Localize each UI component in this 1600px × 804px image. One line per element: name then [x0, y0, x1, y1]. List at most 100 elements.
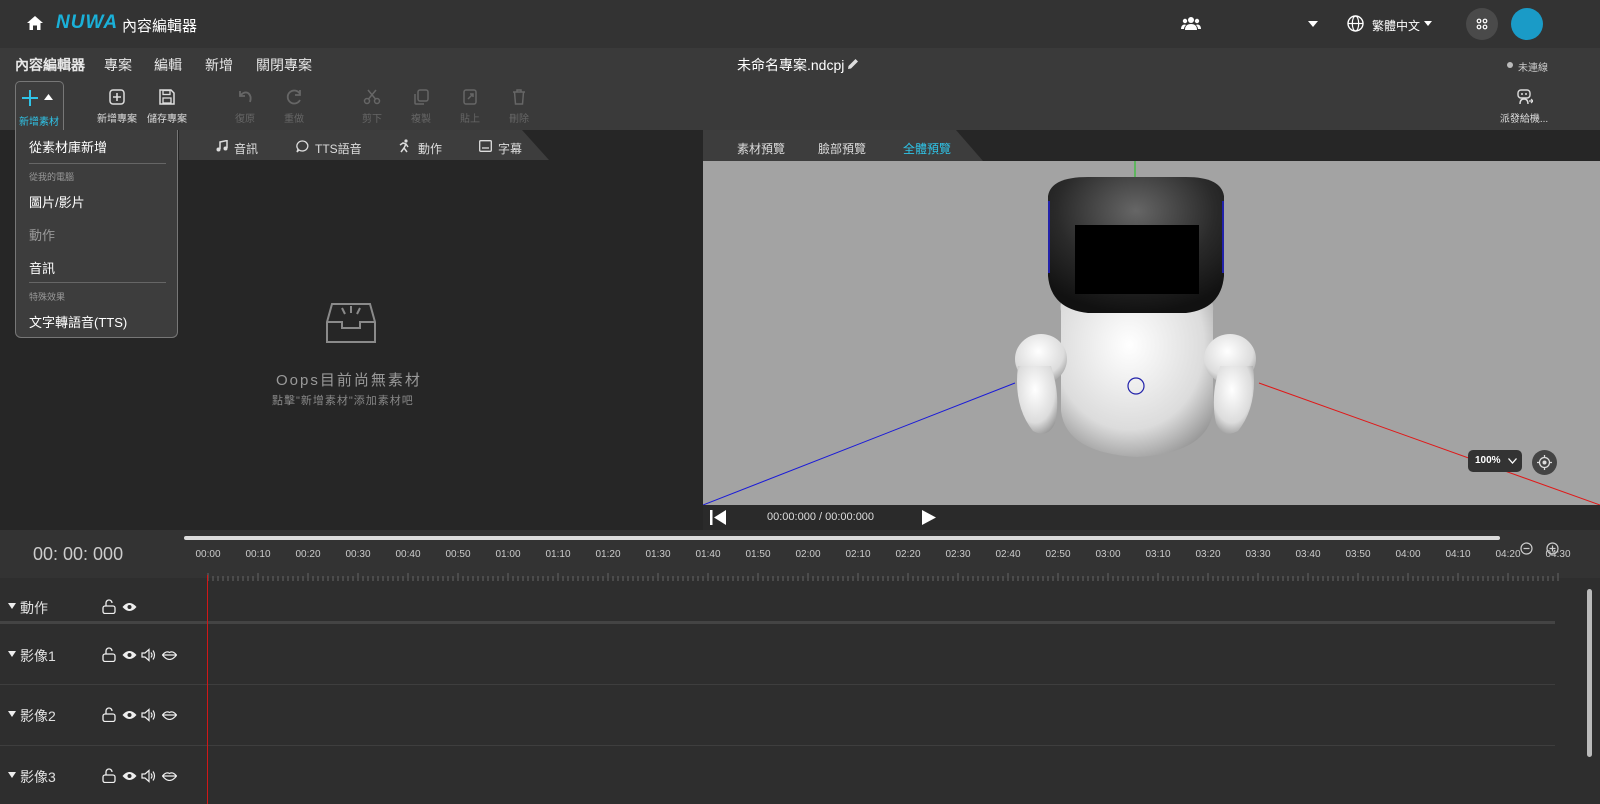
unlock-icon[interactable] — [102, 768, 116, 783]
menu-add[interactable]: 新增 — [205, 55, 233, 75]
copy-button[interactable]: 複製 — [397, 88, 445, 125]
dropdown-section-computer: 從我的電腦 — [29, 172, 75, 182]
eye-icon[interactable] — [122, 710, 137, 720]
tab-face-preview[interactable]: 臉部預覽 — [818, 140, 866, 157]
recenter-button[interactable] — [1532, 450, 1557, 475]
user-dropdown-icon[interactable] — [1308, 21, 1318, 27]
menu-content-editor[interactable]: 內容編輯器 — [15, 55, 85, 75]
unlock-icon[interactable] — [102, 647, 116, 662]
trash-icon — [513, 89, 525, 105]
tab-subtitle-label: 字幕 — [498, 142, 523, 156]
caret-up-icon — [44, 94, 53, 100]
save-project-button[interactable]: 儲存專案 — [143, 88, 191, 125]
scissors-icon — [363, 89, 381, 105]
tracks-scrollbar[interactable] — [1587, 589, 1592, 757]
redo-icon — [286, 89, 301, 105]
timeline-tick-label: 03:20 — [1195, 549, 1221, 560]
eye-icon[interactable] — [122, 771, 137, 781]
zoom-selector[interactable]: 100% — [1468, 450, 1522, 472]
speaker-icon[interactable] — [141, 708, 156, 722]
delete-button[interactable]: 刪除 — [495, 88, 543, 125]
apps-button[interactable] — [1466, 8, 1498, 40]
undo-button[interactable]: 復原 — [221, 88, 269, 125]
timeline-tick-label: 02:00 — [795, 549, 821, 560]
add-asset-button[interactable]: 新增素材 — [15, 81, 64, 130]
tab-full-preview[interactable]: 全體預覽 — [903, 140, 951, 157]
robot-3d-viewport[interactable]: 100% — [703, 161, 1600, 505]
eye-icon[interactable] — [122, 602, 137, 612]
timeline-tick-label: 00:30 — [345, 549, 371, 560]
cut-button[interactable]: 剪下 — [348, 88, 396, 125]
unlock-icon[interactable] — [102, 599, 116, 614]
zoom-out-icon[interactable] — [1520, 542, 1533, 555]
play-icon[interactable] — [922, 510, 936, 525]
timeline-tick-label: 00:40 — [395, 549, 421, 560]
dropdown-image-video[interactable]: 圖片/影片 — [29, 192, 85, 211]
redo-button[interactable]: 重做 — [270, 88, 318, 125]
current-time: 00: 00: 000 — [33, 544, 124, 564]
dropdown-from-library[interactable]: 從素材庫新增 — [29, 137, 107, 156]
skip-to-start-icon[interactable] — [710, 510, 726, 525]
dropdown-divider — [29, 282, 166, 283]
tab-motion-label: 動作 — [418, 142, 443, 156]
playhead[interactable] — [207, 575, 208, 804]
lips-icon[interactable] — [162, 771, 177, 781]
timeline-tick-label: 02:20 — [895, 549, 921, 560]
paste-label: 貼上 — [460, 114, 480, 125]
menu-close-project[interactable]: 關閉專案 — [256, 55, 312, 75]
caret-down-icon[interactable] — [8, 772, 16, 778]
pencil-icon[interactable] — [847, 58, 859, 70]
robot-dispatch-icon — [1517, 89, 1533, 105]
tab-asset-preview[interactable]: 素材預覽 — [737, 140, 785, 157]
new-file-icon — [109, 89, 125, 105]
menu-project[interactable]: 專案 — [104, 55, 132, 75]
timeline-tick-label: 01:10 — [545, 549, 571, 560]
language-selector[interactable]: 繁體中文 — [1372, 17, 1420, 34]
speaker-icon[interactable] — [141, 648, 156, 662]
copy-icon — [414, 89, 429, 105]
timeline-tick-label: 04:30 — [1545, 549, 1571, 560]
dropdown-tts[interactable]: 文字轉語音(TTS) — [29, 312, 127, 331]
track-divider — [0, 745, 1555, 746]
dispatch-button[interactable]: 派發給機... — [1494, 88, 1554, 125]
paste-icon — [463, 89, 477, 105]
avatar[interactable] — [1511, 8, 1543, 40]
dropdown-motion[interactable]: 動作 — [29, 225, 55, 244]
timeline-tick-label: 00:20 — [295, 549, 321, 560]
track-label-video-3: 影像3 — [20, 769, 56, 785]
caret-down-icon[interactable] — [8, 711, 16, 717]
track-divider — [0, 684, 1555, 685]
crosshair-icon — [1537, 455, 1552, 470]
caret-down-icon[interactable] — [8, 651, 16, 657]
globe-icon[interactable] — [1347, 15, 1364, 32]
timeline-tick-label: 03:10 — [1145, 549, 1171, 560]
copy-label: 複製 — [411, 114, 431, 125]
paste-button[interactable]: 貼上 — [446, 88, 494, 125]
grid-icon — [1476, 18, 1488, 30]
robot-model — [703, 161, 1600, 505]
lips-icon[interactable] — [162, 650, 177, 660]
menu-edit[interactable]: 編輯 — [154, 55, 182, 75]
delete-label: 刪除 — [509, 114, 529, 125]
dropdown-audio[interactable]: 音訊 — [29, 258, 55, 277]
caret-down-icon[interactable] — [8, 603, 16, 609]
timeline-tick-label: 02:30 — [945, 549, 971, 560]
brand-logo: NUWA — [56, 12, 119, 33]
timeline-tick-label: 00:10 — [245, 549, 271, 560]
empty-state-title: Oops目前尚無素材 — [276, 372, 422, 389]
users-icon[interactable] — [1181, 16, 1201, 31]
unlock-icon[interactable] — [102, 707, 116, 722]
timeline-scrollbar[interactable] — [184, 536, 1500, 540]
tab-tts-label: TTS語音 — [315, 142, 362, 156]
home-icon[interactable] — [26, 15, 44, 31]
speaker-icon[interactable] — [141, 769, 156, 783]
timeline-tick-label: 04:20 — [1495, 549, 1521, 560]
tab-audio-label: 音訊 — [234, 142, 259, 156]
eye-icon[interactable] — [122, 650, 137, 660]
new-project-button[interactable]: 新增專案 — [93, 88, 141, 125]
timeline-minor-ticks — [207, 573, 1559, 581]
save-project-label: 儲存專案 — [147, 114, 187, 125]
timeline-tick-label: 01:00 — [495, 549, 521, 560]
lips-icon[interactable] — [162, 710, 177, 720]
chevron-down-icon[interactable] — [1424, 21, 1432, 26]
